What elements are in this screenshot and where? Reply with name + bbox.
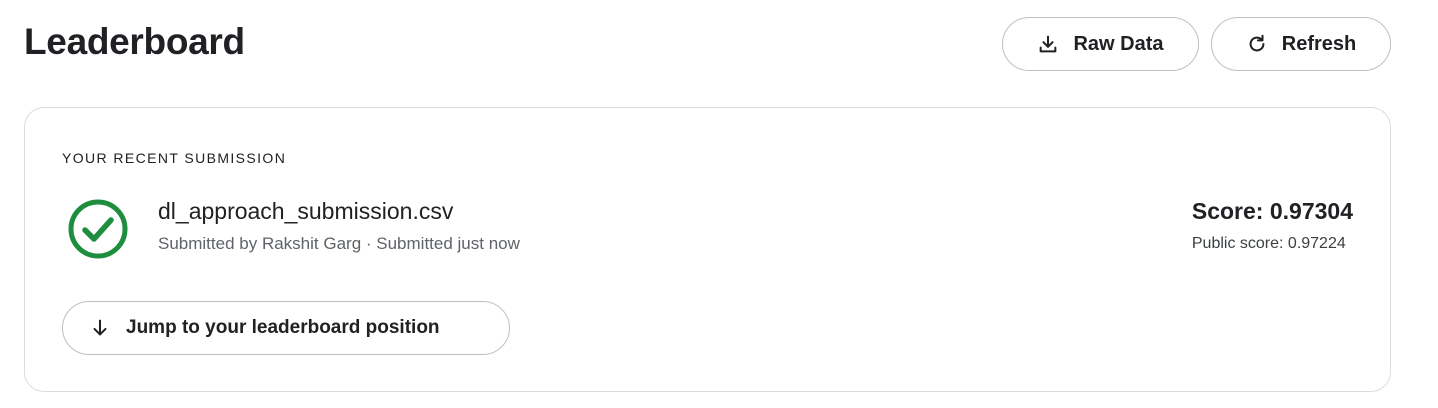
raw-data-label: Raw Data — [1073, 32, 1164, 55]
submission-meta: Submitted by Rakshit Garg · Submitted ju… — [158, 234, 520, 253]
public-score-value: Public score: 0.97224 — [1191, 235, 1346, 252]
arrow-down-icon — [89, 317, 111, 339]
header-actions: Raw Data Refresh — [1002, 17, 1391, 71]
score-block: Score: 0.97304 Public score: 0.97224 — [1192, 198, 1353, 253]
recent-submission-card: YOUR RECENT SUBMISSION dl_approach_submi… — [24, 107, 1391, 392]
leaderboard-page: Leaderboard Raw Data Refresh YOUR RECENT… — [0, 0, 1438, 408]
raw-data-button[interactable]: Raw Data — [1002, 17, 1199, 71]
submission-file-name: dl_approach_submission.csv — [158, 198, 454, 224]
page-title: Leaderboard — [24, 21, 245, 62]
jump-to-position-button[interactable]: Jump to your leaderboard position — [62, 301, 510, 355]
refresh-button[interactable]: Refresh — [1211, 17, 1391, 71]
score-value: Score: 0.97304 — [1191, 198, 1353, 224]
section-label: YOUR RECENT SUBMISSION — [62, 150, 287, 166]
refresh-label: Refresh — [1281, 32, 1357, 55]
jump-label: Jump to your leaderboard position — [126, 317, 440, 338]
download-icon — [1037, 33, 1059, 55]
refresh-icon — [1246, 33, 1268, 55]
check-circle-icon — [67, 198, 129, 260]
